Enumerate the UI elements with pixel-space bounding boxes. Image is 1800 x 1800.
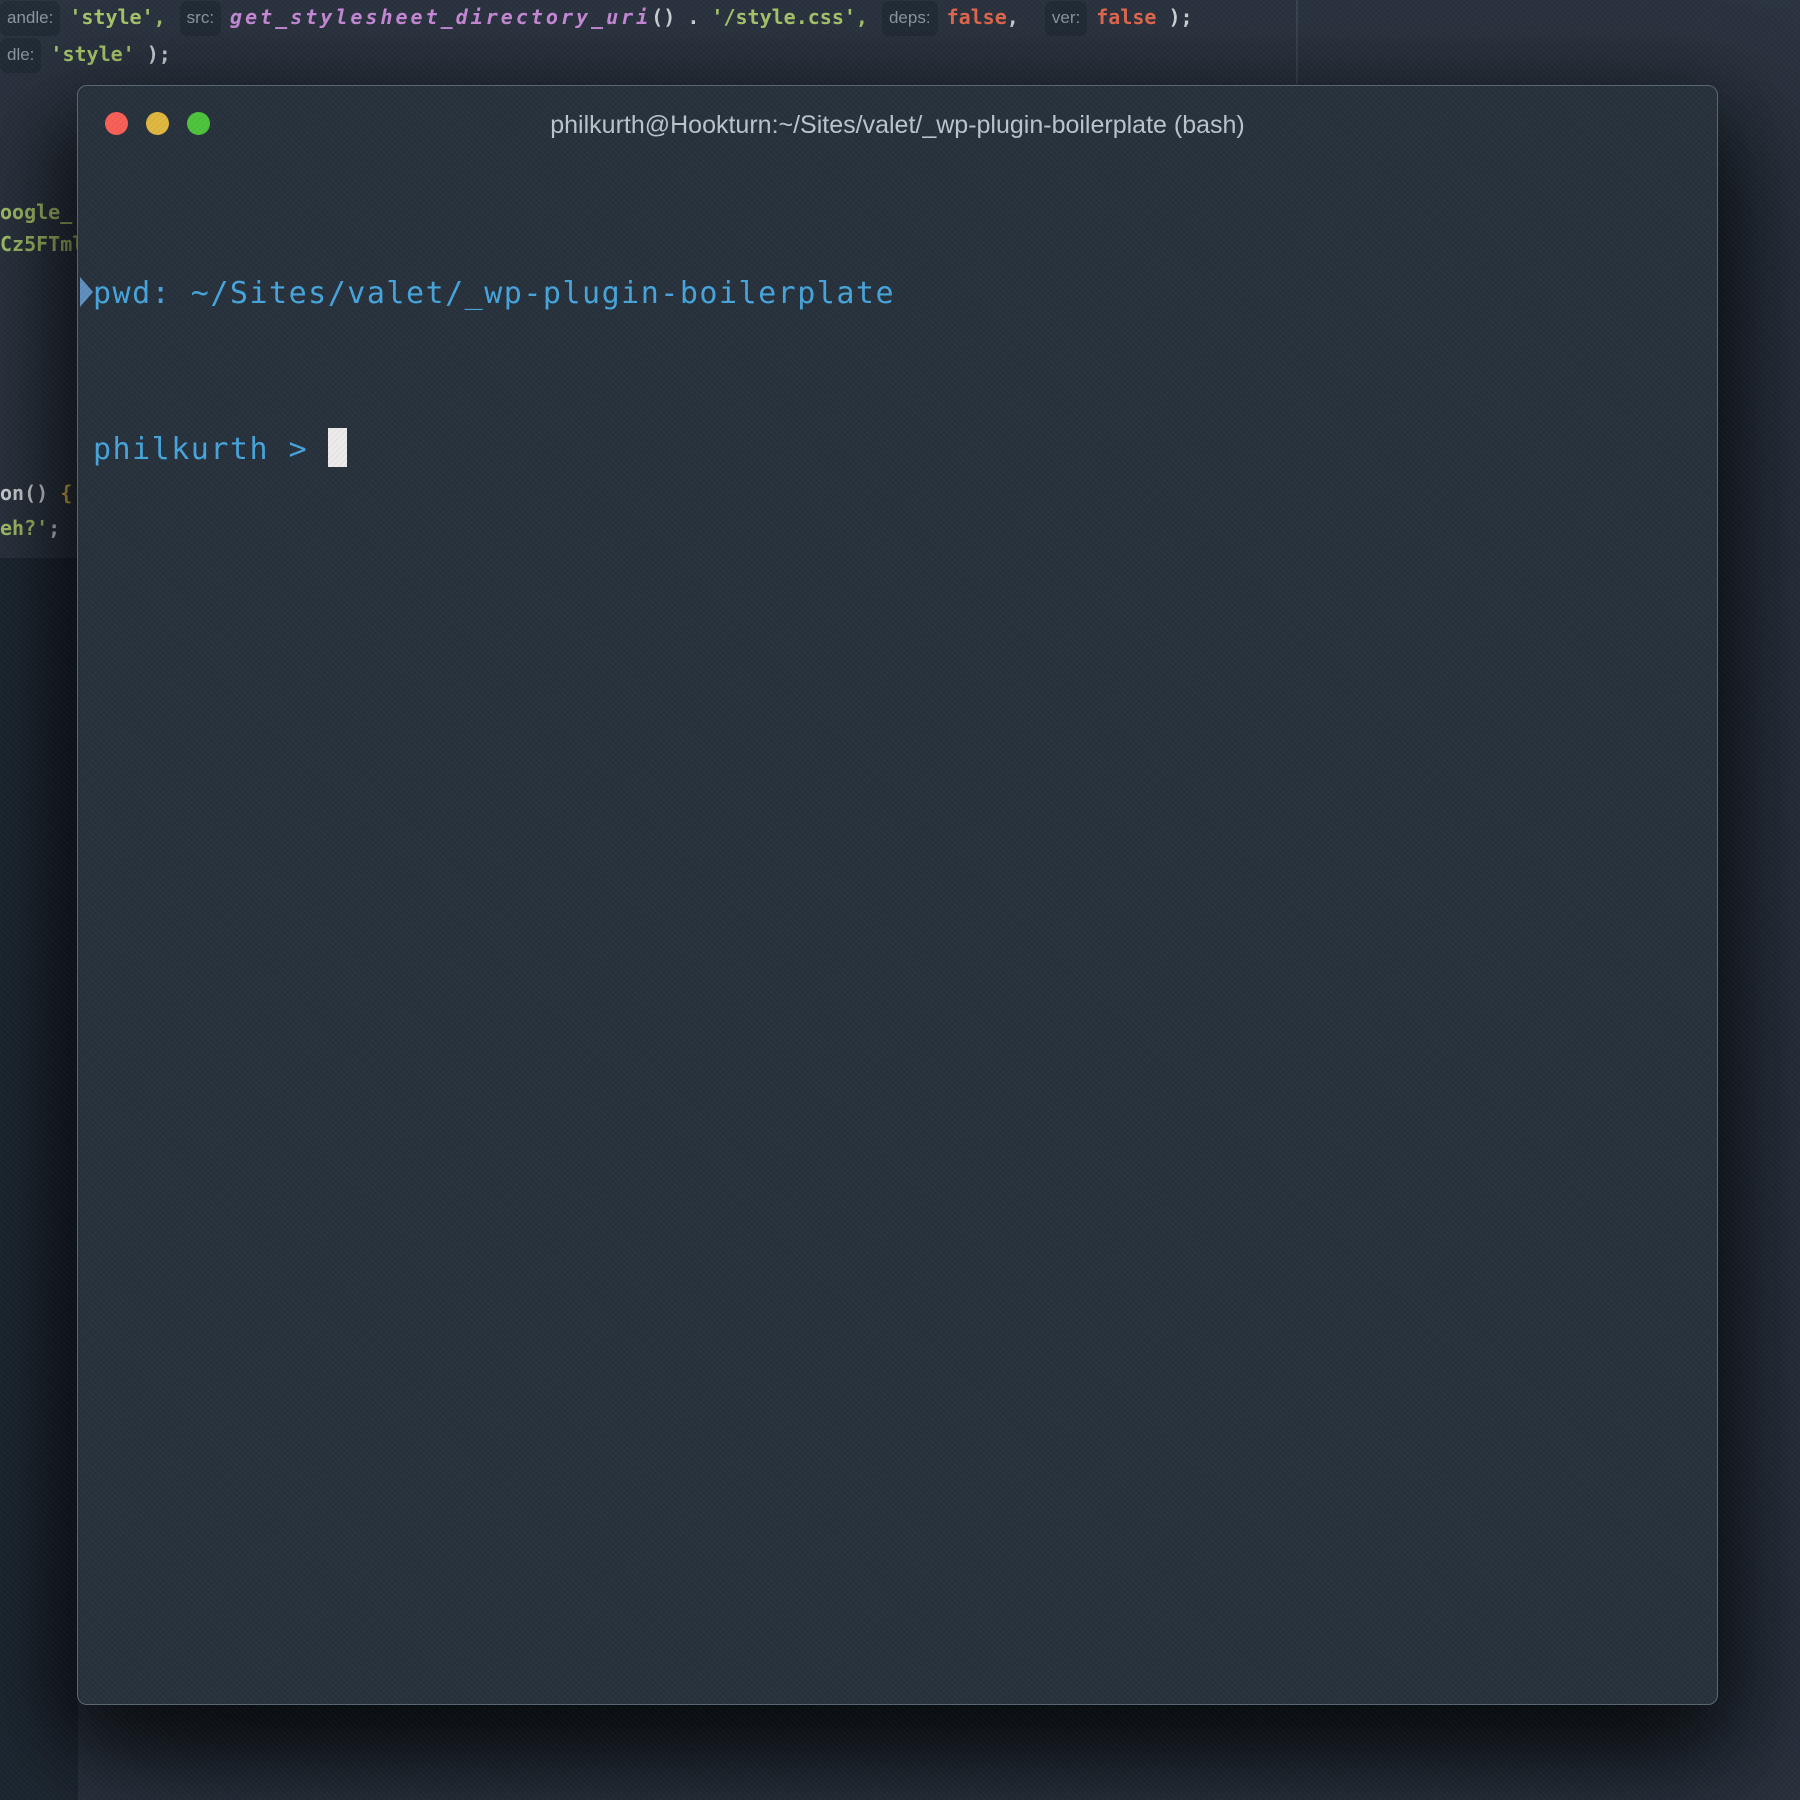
terminal-prompt-line[interactable]: philkurth > bbox=[93, 424, 1705, 476]
pwd-text: pwd: ~/Sites/valet/_wp-plugin-boilerplat… bbox=[93, 276, 895, 311]
code-string: eh?' bbox=[0, 516, 48, 540]
code-string: 'style', bbox=[69, 5, 165, 29]
terminal-titlebar[interactable]: philkurth@Hookturn:~/Sites/valet/_wp-plu… bbox=[78, 86, 1717, 146]
terminal-output[interactable]: pwd: ~/Sites/valet/_wp-plugin-boilerplat… bbox=[93, 164, 1705, 1694]
editor-text-fragment: on() { bbox=[0, 479, 82, 507]
window-title: philkurth@Hookturn:~/Sites/valet/_wp-plu… bbox=[78, 111, 1717, 140]
code-keyword-false: false bbox=[1096, 5, 1156, 29]
editor-text-fragment: Cz5FTml bbox=[0, 230, 82, 258]
code-punctuation: ); bbox=[1156, 5, 1192, 29]
code-punctuation: () . bbox=[651, 5, 711, 29]
code-keyword-false: false bbox=[947, 5, 1007, 29]
code-punctuation: ; bbox=[48, 516, 60, 540]
terminal-window: philkurth@Hookturn:~/Sites/valet/_wp-plu… bbox=[77, 85, 1718, 1705]
terminal-pwd-line: pwd: ~/Sites/valet/_wp-plugin-boilerplat… bbox=[93, 268, 1705, 320]
terminal-cursor bbox=[328, 428, 347, 467]
code-function-name: get_stylesheet_directory_uri bbox=[230, 5, 651, 29]
editor-text-fragment: oogle_ bbox=[0, 198, 82, 226]
code-brace: { bbox=[48, 481, 72, 505]
editor-code-line-2[interactable]: dle: 'style' ); bbox=[0, 38, 171, 73]
editor-code-line-1[interactable]: andle: 'style', src: get_stylesheet_directo… bbox=[0, 1, 1193, 36]
code-punctuation: , bbox=[1007, 5, 1031, 29]
param-hint-src: src: bbox=[180, 1, 221, 36]
code-string: 'style' bbox=[50, 42, 134, 66]
prompt-text: philkurth > bbox=[93, 432, 328, 467]
param-hint-handle: dle: bbox=[0, 38, 41, 73]
code-punctuation: on() bbox=[0, 481, 48, 505]
prompt-arrow-icon bbox=[80, 277, 93, 307]
code-punctuation: ); bbox=[135, 42, 171, 66]
param-hint-ver: ver: bbox=[1045, 1, 1087, 36]
code-string: '/style.css', bbox=[711, 5, 868, 29]
editor-pane-divider bbox=[1296, 0, 1298, 86]
editor-lower-panel bbox=[0, 558, 78, 1800]
editor-text-fragment: eh?'; bbox=[0, 514, 82, 542]
param-hint-deps: deps: bbox=[882, 1, 938, 36]
param-hint-handle: andle: bbox=[0, 1, 60, 36]
